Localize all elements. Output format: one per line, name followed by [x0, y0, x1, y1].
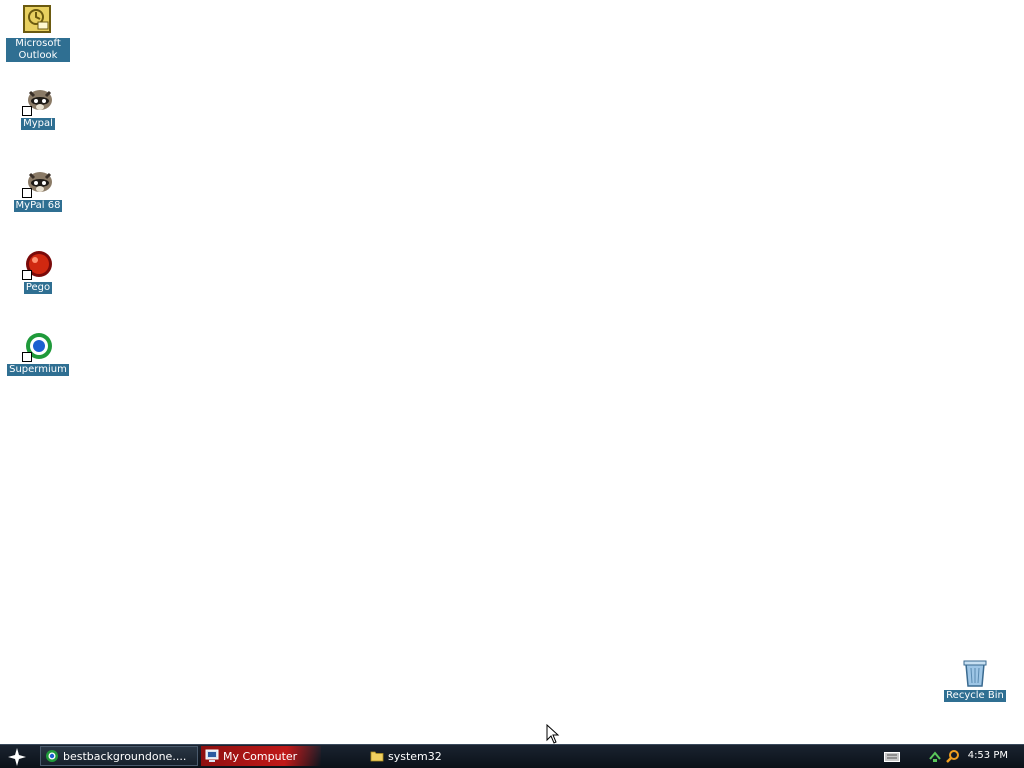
system-tray: 4:53 PM: [874, 745, 1024, 768]
search-icon[interactable]: [946, 749, 960, 763]
browser-globe-icon: [46, 750, 58, 762]
shortcut-arrow-icon: [22, 106, 32, 116]
taskbar-button-label: system32: [388, 749, 442, 763]
desktop-icon-label: Microsoft Outlook: [6, 38, 70, 62]
shortcut-arrow-icon: [22, 352, 32, 362]
keyboard-icon[interactable]: [884, 752, 900, 762]
my-computer-icon: [205, 749, 219, 762]
pego-icon: [22, 248, 54, 280]
desktop-icon-label: Mypal: [21, 118, 55, 130]
recycle-bin-icon: [959, 656, 991, 688]
taskbar: bestbackgroundone.... My Computer system…: [0, 744, 1024, 768]
desktop-icon-supermium[interactable]: Supermium: [6, 330, 70, 376]
clock[interactable]: 4:53 PM: [968, 750, 1008, 761]
taskbar-button-my-computer[interactable]: My Computer: [201, 746, 321, 766]
shortcut-arrow-icon: [22, 270, 32, 280]
supermium-icon: [22, 330, 54, 362]
desktop-icon-mypal[interactable]: Mypal: [6, 84, 70, 130]
desktop-icon-label: Supermium: [7, 364, 69, 376]
desktop-icon-label: MyPal 68: [13, 200, 63, 212]
mypal-raccoon-icon: [22, 84, 54, 116]
desktop-icon-recycle-bin[interactable]: Recycle Bin: [943, 656, 1007, 702]
desktop-icon-microsoft-outlook[interactable]: Microsoft Outlook: [6, 4, 70, 62]
taskbar-button-label: My Computer: [223, 749, 298, 763]
desktop-icon-mypal-68[interactable]: MyPal 68: [6, 166, 70, 212]
outlook-icon: [22, 4, 54, 36]
start-button[interactable]: [4, 746, 30, 767]
desktop-icon-label: Recycle Bin: [944, 690, 1006, 702]
start-star-icon: [8, 747, 26, 766]
taskbar-button-label: bestbackgroundone....: [63, 749, 187, 763]
mypal68-raccoon-icon: [22, 166, 54, 198]
taskbar-button-browser[interactable]: bestbackgroundone....: [40, 746, 198, 766]
desktop-icon-pego[interactable]: Pego: [6, 248, 70, 294]
network-icon[interactable]: [928, 749, 942, 763]
folder-icon: [370, 751, 384, 762]
desktop[interactable]: Microsoft Outlook Mypal MyPal 68 Pego Su…: [0, 0, 1024, 744]
taskbar-button-system32[interactable]: system32: [366, 746, 486, 766]
desktop-icon-label: Pego: [23, 282, 53, 294]
shortcut-arrow-icon: [22, 188, 32, 198]
